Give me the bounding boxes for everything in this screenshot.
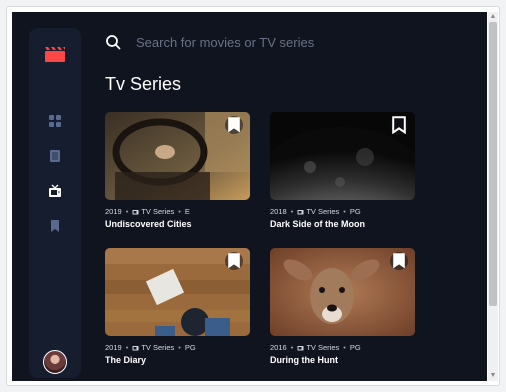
scrollbar-thumb[interactable] bbox=[489, 22, 497, 306]
meta-separator: • bbox=[290, 206, 294, 216]
card-meta: 2019 • TV Series • PG bbox=[105, 342, 250, 352]
card-category: TV Series bbox=[132, 207, 174, 216]
meta-separator: • bbox=[343, 206, 346, 216]
scrollbar[interactable]: ▲ ▼ bbox=[488, 12, 498, 381]
card-category-label: TV Series bbox=[306, 206, 340, 216]
thumbnail[interactable] bbox=[270, 248, 415, 336]
bookmark-button[interactable] bbox=[225, 252, 243, 270]
card-title[interactable]: Undiscovered Cities bbox=[105, 219, 250, 229]
card-category: TV Series bbox=[297, 343, 339, 352]
media-card[interactable]: 2019 • TV Series • E Undiscovered Cities bbox=[105, 112, 250, 229]
card-meta: 2019 • TV Series • E bbox=[105, 206, 250, 216]
tv-icon bbox=[297, 209, 304, 214]
avatar[interactable] bbox=[43, 350, 67, 374]
page-title: Tv Series bbox=[105, 74, 182, 94]
card-rating: E bbox=[184, 206, 190, 216]
card-year: 2018 bbox=[270, 206, 287, 216]
card-category-label: TV Series bbox=[306, 342, 340, 352]
card-rating: PG bbox=[349, 206, 361, 216]
scroll-down-arrow-icon[interactable]: ▼ bbox=[489, 372, 497, 380]
bookmark-button[interactable] bbox=[390, 116, 408, 134]
meta-separator: • bbox=[290, 342, 294, 352]
card-title[interactable]: Dark Side of the Moon bbox=[270, 219, 415, 229]
bookmark-icon bbox=[393, 253, 405, 269]
card-year: 2019 bbox=[105, 342, 122, 352]
meta-separator: • bbox=[178, 342, 181, 352]
meta-separator: • bbox=[125, 206, 129, 216]
media-card[interactable]: 2019 • TV Series • PG The Diary bbox=[105, 248, 250, 365]
media-card[interactable]: 2018 • TV Series • PG Dark Side of the M… bbox=[270, 112, 415, 229]
meta-separator: • bbox=[343, 342, 346, 352]
card-category: TV Series bbox=[132, 343, 174, 352]
tv-icon[interactable] bbox=[48, 184, 62, 198]
card-title[interactable]: The Diary bbox=[105, 355, 250, 365]
film-icon[interactable] bbox=[48, 149, 62, 163]
tv-icon bbox=[132, 345, 139, 350]
bookmark-icon[interactable] bbox=[48, 219, 62, 233]
scroll-up-arrow-icon[interactable]: ▲ bbox=[489, 13, 497, 21]
bookmark-icon bbox=[392, 116, 406, 134]
search-icon bbox=[106, 35, 121, 50]
tv-icon bbox=[132, 209, 139, 214]
bookmark-icon bbox=[228, 117, 240, 133]
bookmark-button[interactable] bbox=[225, 116, 243, 134]
meta-separator: • bbox=[125, 342, 129, 352]
bookmark-button[interactable] bbox=[390, 252, 408, 270]
thumbnail[interactable] bbox=[270, 112, 415, 200]
app-container: Tv Series bbox=[12, 12, 487, 381]
thumbnail[interactable] bbox=[105, 248, 250, 336]
search-input[interactable] bbox=[136, 31, 436, 53]
meta-separator: • bbox=[178, 206, 181, 216]
card-year: 2019 bbox=[105, 206, 122, 216]
card-category-label: TV Series bbox=[141, 342, 175, 352]
sidebar bbox=[29, 28, 81, 378]
card-year: 2016 bbox=[270, 342, 287, 352]
film-clapper-icon[interactable] bbox=[45, 46, 65, 62]
bookmark-icon bbox=[228, 253, 240, 269]
media-card[interactable]: 2016 • TV Series • PG During the Hunt bbox=[270, 248, 415, 365]
card-rating: PG bbox=[184, 342, 196, 352]
tv-icon bbox=[297, 345, 304, 350]
card-title[interactable]: During the Hunt bbox=[270, 355, 415, 365]
card-meta: 2018 • TV Series • PG bbox=[270, 206, 415, 216]
thumbnail[interactable] bbox=[105, 112, 250, 200]
grid-icon[interactable] bbox=[48, 114, 62, 128]
card-category: TV Series bbox=[297, 207, 339, 216]
card-rating: PG bbox=[349, 342, 361, 352]
card-category-label: TV Series bbox=[141, 206, 175, 216]
card-meta: 2016 • TV Series • PG bbox=[270, 342, 415, 352]
